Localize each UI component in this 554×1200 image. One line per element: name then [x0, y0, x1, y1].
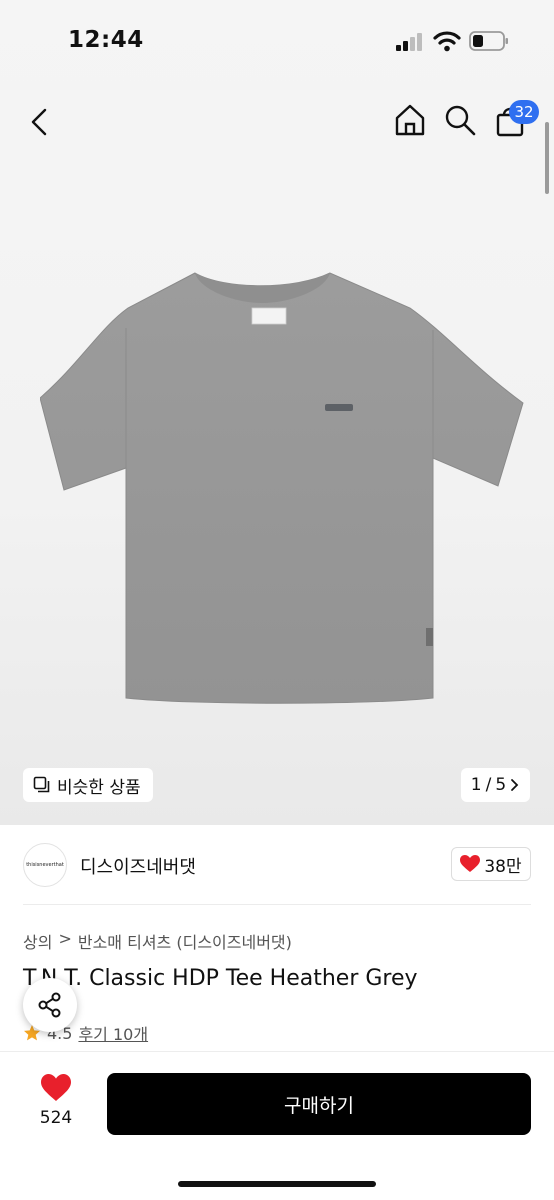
heart-icon [41, 1074, 71, 1101]
heart-icon [460, 855, 481, 872]
buy-button[interactable]: 구매하기 [107, 1073, 531, 1135]
breadcrumb-separator: > [58, 929, 72, 948]
scrollbar[interactable] [545, 122, 549, 194]
share-icon [38, 992, 61, 1018]
wifi-icon [433, 31, 461, 52]
similar-items-icon [33, 776, 50, 793]
status-bar: 12:44 [0, 0, 554, 80]
breadcrumb-subcategory[interactable]: 반소매 티셔츠 (디스이즈네버댓) [78, 929, 292, 953]
chevron-right-icon [511, 779, 519, 791]
pager-total: 5 [495, 775, 507, 795]
reviews-link[interactable]: 후기 10개 [78, 1021, 148, 1045]
top-navigation [0, 90, 554, 150]
cellular-signal-icon [396, 33, 422, 51]
breadcrumb-category[interactable]: 상의 [23, 929, 52, 953]
pager-current: 1 [470, 775, 482, 795]
bottom-action-bar: 524 구매하기 [0, 1052, 554, 1200]
status-time: 12:44 [68, 27, 144, 53]
product-title: T.N.T. Classic HDP Tee Heather Grey [23, 966, 418, 991]
home-indicator [178, 1181, 376, 1187]
similar-products-button[interactable]: 비슷한 상품 [23, 768, 153, 802]
brand-logo[interactable]: thisisneverthat [23, 843, 67, 887]
brand-row[interactable]: thisisneverthat 디스이즈네버댓 38만 [0, 838, 554, 894]
search-icon[interactable] [442, 102, 478, 138]
brand-name[interactable]: 디스이즈네버댓 [80, 853, 196, 879]
pager-separator: / [485, 775, 492, 795]
cart-count-badge: 32 [509, 100, 539, 124]
product-image-gallery[interactable]: 12:44 32 비슷한 상품 1 / 5 [0, 0, 554, 825]
brand-like-count: 38만 [484, 856, 522, 877]
back-icon[interactable] [22, 104, 58, 140]
wishlist-button[interactable]: 524 [30, 1074, 82, 1128]
product-image-tshirt [40, 272, 524, 704]
brand-logo-text: thisisneverthat [26, 862, 64, 868]
divider [23, 904, 531, 905]
wishlist-count: 524 [39, 1108, 73, 1128]
brand-like-button[interactable]: 38만 [451, 847, 531, 881]
similar-products-label: 비슷한 상품 [57, 777, 141, 798]
battery-icon [469, 31, 508, 51]
home-icon[interactable] [392, 102, 428, 138]
image-pager[interactable]: 1 / 5 [461, 768, 530, 802]
breadcrumb: 상의 > 반소매 티셔츠 (디스이즈네버댓) [23, 929, 292, 953]
share-button[interactable] [23, 978, 77, 1032]
